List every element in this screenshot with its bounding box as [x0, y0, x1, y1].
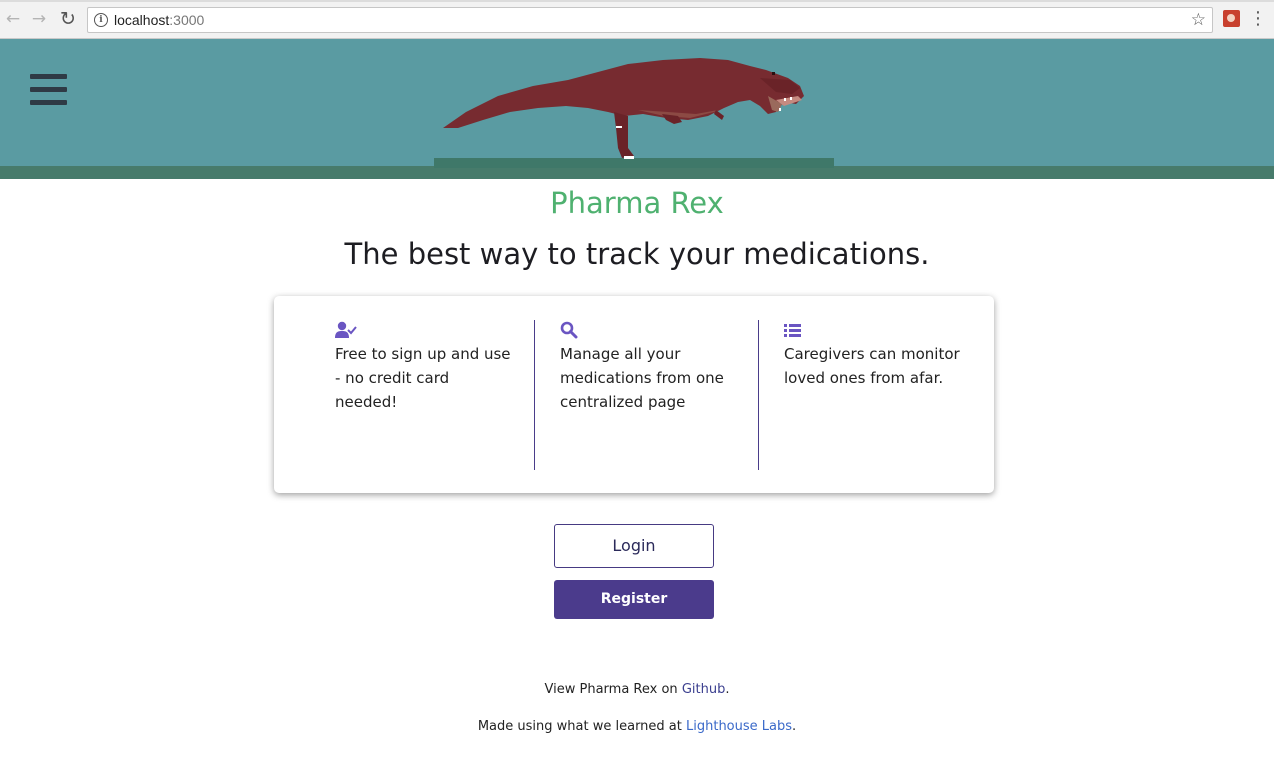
footer-github-prefix: View Pharma Rex on [544, 682, 682, 697]
extension-icon[interactable] [1223, 10, 1240, 27]
search-icon [560, 321, 578, 339]
feature-item-manage: Manage all your medications from one cen… [560, 320, 740, 414]
forward-icon[interactable]: → [29, 9, 49, 29]
feature-text: Free to sign up and use - no credit card… [335, 345, 511, 411]
footer-github-suffix: . [725, 682, 730, 697]
trex-mascot-image [443, 58, 804, 159]
tab-strip [0, 0, 1274, 2]
site-info-icon[interactable]: i [94, 13, 108, 27]
hamburger-menu-icon[interactable] [30, 74, 67, 105]
feature-item-caregivers: Caregivers can monitor loved ones from a… [784, 320, 964, 390]
register-button[interactable]: Register [554, 580, 714, 619]
feature-text: Manage all your medications from one cen… [560, 345, 724, 411]
url-text[interactable]: localhost:3000 [114, 12, 204, 28]
user-check-icon [335, 321, 357, 338]
app-title: Pharma Rex [550, 186, 724, 220]
url-host: localhost [114, 12, 170, 28]
feature-divider [758, 320, 759, 470]
feature-divider [534, 320, 535, 470]
footer-labs-line: Made using what we learned at Lighthouse… [0, 719, 1274, 734]
footer-labs-prefix: Made using what we learned at [477, 719, 686, 734]
url-port: :3000 [169, 12, 205, 28]
bookmark-star-icon[interactable]: ☆ [1191, 10, 1206, 30]
feature-text: Caregivers can monitor loved ones from a… [784, 345, 960, 387]
address-bar[interactable]: i localhost:3000 ☆ [87, 7, 1213, 33]
github-link[interactable]: Github [682, 682, 726, 697]
features-card: Free to sign up and use - no credit card… [274, 296, 994, 493]
browser-toolbar: ← → ↻ i localhost:3000 ☆ ⋮ [0, 0, 1274, 39]
list-icon [784, 324, 801, 337]
login-button[interactable]: Login [554, 524, 714, 568]
reload-icon[interactable]: ↻ [58, 9, 78, 29]
browser-menu-icon[interactable]: ⋮ [1249, 9, 1267, 29]
tagline: The best way to track your medications. [344, 237, 930, 271]
feature-item-signup: Free to sign up and use - no credit card… [335, 320, 515, 414]
lighthouse-labs-link[interactable]: Lighthouse Labs [686, 719, 792, 734]
footer-github-line: View Pharma Rex on Github. [0, 682, 1274, 697]
back-icon[interactable]: ← [3, 9, 23, 29]
footer-labs-suffix: . [792, 719, 797, 734]
